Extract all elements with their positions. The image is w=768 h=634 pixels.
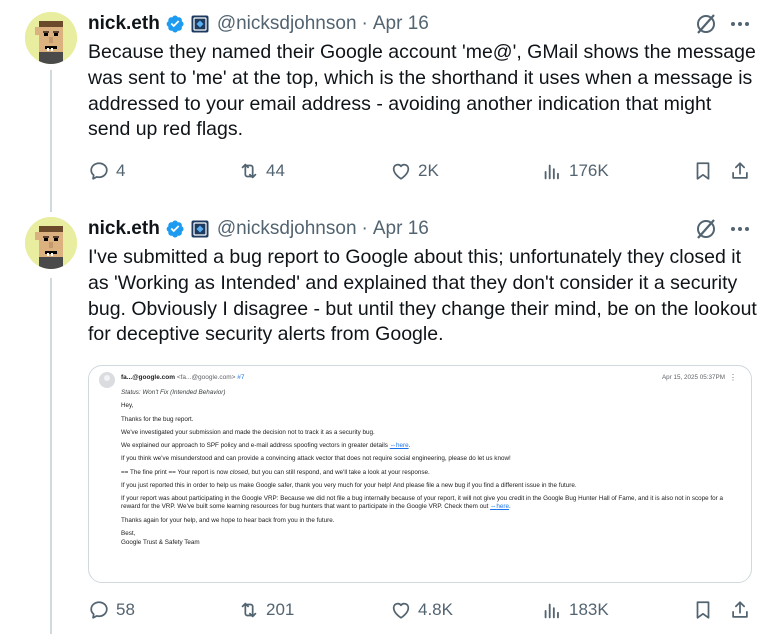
grok-icon[interactable] (694, 12, 718, 36)
affiliate-badge-icon[interactable] (191, 15, 209, 33)
reply-icon (90, 601, 108, 619)
email-more-icon: ⋮ (729, 373, 737, 382)
bookmark-icon (696, 162, 710, 180)
tweet-date[interactable]: Apr 16 (373, 13, 429, 35)
email-paragraph: If you just reported this in order to he… (121, 482, 577, 490)
separator-dot: · (361, 218, 368, 239)
reply-icon (90, 162, 108, 180)
like-count: 4.8K (418, 600, 453, 619)
tweet-header: nick.eth @nicksdjohnson · Apr 16 (88, 215, 429, 243)
avatar[interactable] (25, 12, 77, 64)
repost-button[interactable]: 44 (238, 160, 285, 182)
share-button[interactable] (729, 160, 751, 182)
issue-ref: #7 (237, 374, 245, 381)
email-paragraph: Thanks again for your help, and we hope … (121, 516, 335, 524)
email-signature: Google Trust & Safety Team (121, 538, 200, 546)
email-status: Status: Won't Fix (Intended Behavior) (121, 389, 226, 396)
repost-icon (241, 602, 257, 618)
email-greeting: Hey, (121, 402, 134, 410)
sender-avatar-icon (99, 372, 115, 388)
sender-address: <fa...@google.com> (176, 374, 236, 381)
email-screenshot[interactable]: fa...@google.com <fa...@google.com> #7 A… (88, 365, 752, 583)
author-name[interactable]: nick.eth (88, 13, 160, 35)
email-link: ⇔here (490, 503, 509, 511)
email-paragraph: If you think we've misunderstood and can… (121, 455, 511, 463)
like-icon (392, 602, 410, 619)
reply-count: 58 (116, 600, 135, 619)
affiliate-badge-icon[interactable] (191, 220, 209, 238)
more-icon[interactable] (727, 217, 753, 241)
views-icon (544, 603, 559, 619)
author-handle[interactable]: @nicksdjohnson (217, 13, 357, 35)
views-count: 176K (569, 161, 609, 180)
email-paragraph: We've investigated your submission and m… (121, 428, 375, 436)
tweet-date[interactable]: Apr 16 (373, 218, 429, 240)
avatar[interactable] (25, 217, 77, 269)
separator-dot: · (361, 13, 368, 34)
email-paragraph: If your report was about participating i… (121, 495, 724, 511)
email-closing: Best, (121, 529, 136, 537)
tweet-text: Because they named their Google account … (88, 41, 756, 141)
like-button[interactable]: 4.8K (390, 599, 453, 621)
email-paragraph: == The fine print == Your report is now … (121, 468, 430, 476)
views-count: 183K (569, 600, 609, 619)
email-paragraph: Thanks for the bug report. (121, 415, 194, 423)
reply-button[interactable]: 58 (88, 599, 135, 621)
like-count: 2K (418, 161, 439, 180)
email-date: Apr 15, 2025 05:37PM (661, 374, 725, 381)
email-link: ⇔here (389, 442, 409, 450)
share-button[interactable] (729, 599, 751, 621)
bookmark-button[interactable] (692, 599, 714, 621)
email-header: fa...@google.com <fa...@google.com> #7 (121, 374, 245, 381)
author-handle[interactable]: @nicksdjohnson (217, 218, 357, 240)
grok-icon[interactable] (694, 217, 718, 241)
verified-badge-icon[interactable] (165, 14, 185, 34)
verified-badge-icon[interactable] (165, 219, 185, 239)
email-paragraph: We explained our approach to SPF policy … (121, 442, 411, 450)
views-icon (544, 164, 559, 180)
tweet-header: nick.eth @nicksdjohnson · Apr 16 (88, 10, 429, 38)
share-icon (732, 162, 748, 179)
thread-connector-line (50, 70, 52, 212)
bookmark-icon (696, 601, 710, 619)
thread-connector-line (50, 278, 52, 634)
tweet-text: I've submitted a bug report to Google ab… (88, 246, 757, 346)
reply-count: 4 (116, 161, 126, 180)
repost-count: 201 (266, 600, 295, 619)
views-button[interactable]: 176K (541, 160, 609, 182)
repost-count: 44 (266, 161, 285, 180)
more-icon[interactable] (727, 12, 753, 36)
tweet-actions: 4 44 2K 176K (88, 160, 758, 188)
author-name[interactable]: nick.eth (88, 218, 160, 240)
reply-button[interactable]: 4 (88, 160, 125, 182)
views-button[interactable]: 183K (541, 599, 609, 621)
repost-icon (241, 163, 257, 179)
share-icon (732, 601, 748, 618)
email-body: Status: Won't Fix (Intended Behavior) He… (121, 389, 741, 552)
like-button[interactable]: 2K (390, 160, 439, 182)
tweet-actions: 58 201 4.8K 183K (88, 599, 758, 627)
repost-button[interactable]: 201 (238, 599, 294, 621)
bookmark-button[interactable] (692, 160, 714, 182)
like-icon (392, 163, 410, 180)
sender-name: fa...@google.com (121, 374, 176, 381)
